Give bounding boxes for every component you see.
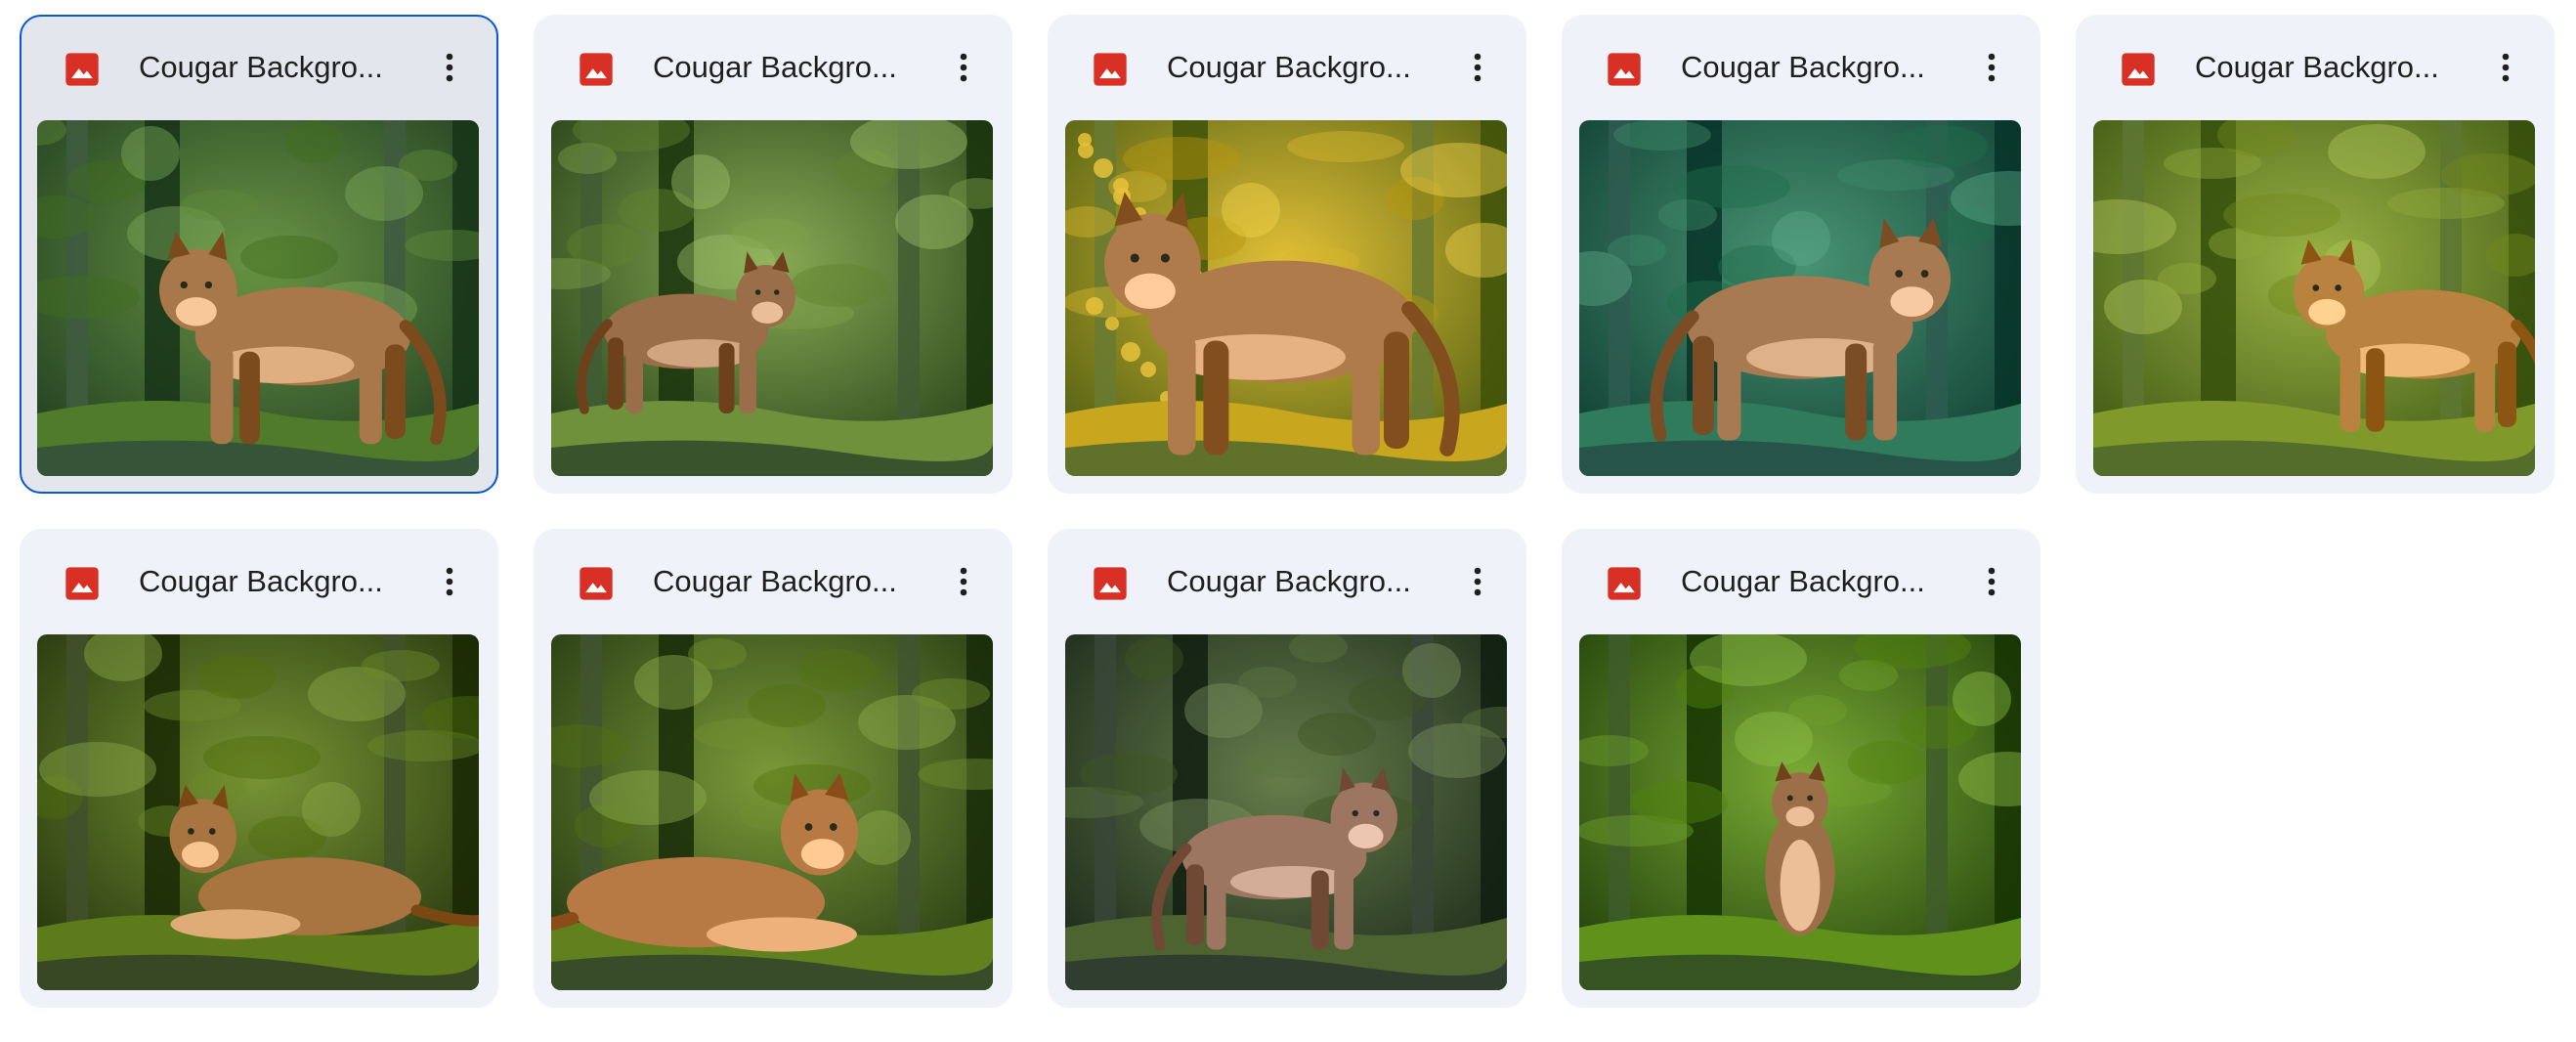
file-card-header: Cougar Backgro... (534, 15, 1012, 120)
cougar-figure (1765, 761, 1835, 935)
file-thumbnail[interactable] (1579, 120, 2021, 476)
cougar-photo (551, 634, 993, 990)
file-name: Cougar Backgro... (1167, 50, 1411, 84)
image-file-icon (2119, 50, 2158, 89)
file-thumbnail[interactable] (2093, 120, 2535, 476)
image-file-icon (1091, 564, 1130, 603)
more-options-button[interactable] (1454, 44, 1501, 91)
more-options-button[interactable] (1454, 558, 1501, 605)
more-vert-icon (960, 53, 967, 82)
file-name: Cougar Backgro... (653, 50, 897, 84)
image-file-icon (577, 50, 616, 89)
file-card-9[interactable]: Cougar Backgro... (1562, 529, 2040, 1008)
file-thumbnail[interactable] (1579, 634, 2021, 990)
file-card-header: Cougar Backgro... (1048, 15, 1526, 120)
more-options-button[interactable] (2482, 44, 2529, 91)
image-file-icon (577, 564, 616, 603)
more-options-button[interactable] (940, 44, 987, 91)
file-name: Cougar Backgro... (1681, 564, 1925, 598)
more-vert-icon (2502, 53, 2510, 82)
file-card-header: Cougar Backgro... (21, 17, 496, 122)
more-options-button[interactable] (426, 558, 473, 605)
more-options-button[interactable] (1968, 44, 2015, 91)
file-name: Cougar Backgro... (653, 564, 897, 598)
image-file-icon (1605, 564, 1644, 603)
file-name: Cougar Backgro... (2195, 50, 2439, 84)
file-thumbnail[interactable] (1065, 120, 1507, 476)
more-vert-icon (446, 53, 453, 82)
file-card-header: Cougar Backgro... (2076, 15, 2555, 120)
cougar-photo (37, 120, 479, 476)
file-name: Cougar Backgro... (1167, 564, 1411, 598)
file-name: Cougar Backgro... (1681, 50, 1925, 84)
cougar-photo (1579, 120, 2021, 476)
more-vert-icon (960, 567, 967, 596)
file-grid: Cougar Backgro... Cougar Backgro... Coug… (20, 15, 2555, 1008)
file-card-header: Cougar Backgro... (1562, 15, 2040, 120)
cougar-photo (1065, 120, 1507, 476)
more-options-button[interactable] (426, 44, 473, 91)
more-vert-icon (446, 567, 453, 596)
more-vert-icon (1988, 567, 1996, 596)
file-card-2[interactable]: Cougar Backgro... (534, 15, 1012, 494)
file-name: Cougar Backgro... (139, 50, 383, 84)
file-thumbnail[interactable] (551, 120, 993, 476)
cougar-photo (37, 634, 479, 990)
cougar-photo (2093, 120, 2535, 476)
file-card-8[interactable]: Cougar Backgro... (1048, 529, 1526, 1008)
file-card-4[interactable]: Cougar Backgro... (1562, 15, 2040, 494)
cougar-photo (1579, 634, 2021, 990)
cougar-photo (551, 120, 993, 476)
file-card-header: Cougar Backgro... (534, 529, 1012, 634)
file-card-header: Cougar Backgro... (20, 529, 498, 634)
file-name: Cougar Backgro... (139, 564, 383, 598)
more-vert-icon (1474, 53, 1481, 82)
image-file-icon (63, 564, 102, 603)
image-file-icon (1091, 50, 1130, 89)
more-options-button[interactable] (1968, 558, 2015, 605)
file-card-6[interactable]: Cougar Backgro... (20, 529, 498, 1008)
image-file-icon (63, 50, 102, 89)
file-card-7[interactable]: Cougar Backgro... (534, 529, 1012, 1008)
file-card-header: Cougar Backgro... (1562, 529, 2040, 634)
more-options-button[interactable] (940, 558, 987, 605)
file-thumbnail[interactable] (37, 120, 479, 476)
file-card-5[interactable]: Cougar Backgro... (2076, 15, 2555, 494)
file-card-header: Cougar Backgro... (1048, 529, 1526, 634)
image-file-icon (1605, 50, 1644, 89)
file-thumbnail[interactable] (1065, 634, 1507, 990)
more-vert-icon (1988, 53, 1996, 82)
more-vert-icon (1474, 567, 1481, 596)
file-card-1[interactable]: Cougar Backgro... (20, 15, 498, 494)
file-card-3[interactable]: Cougar Backgro... (1048, 15, 1526, 494)
file-thumbnail[interactable] (37, 634, 479, 990)
cougar-photo (1065, 634, 1507, 990)
file-thumbnail[interactable] (551, 634, 993, 990)
